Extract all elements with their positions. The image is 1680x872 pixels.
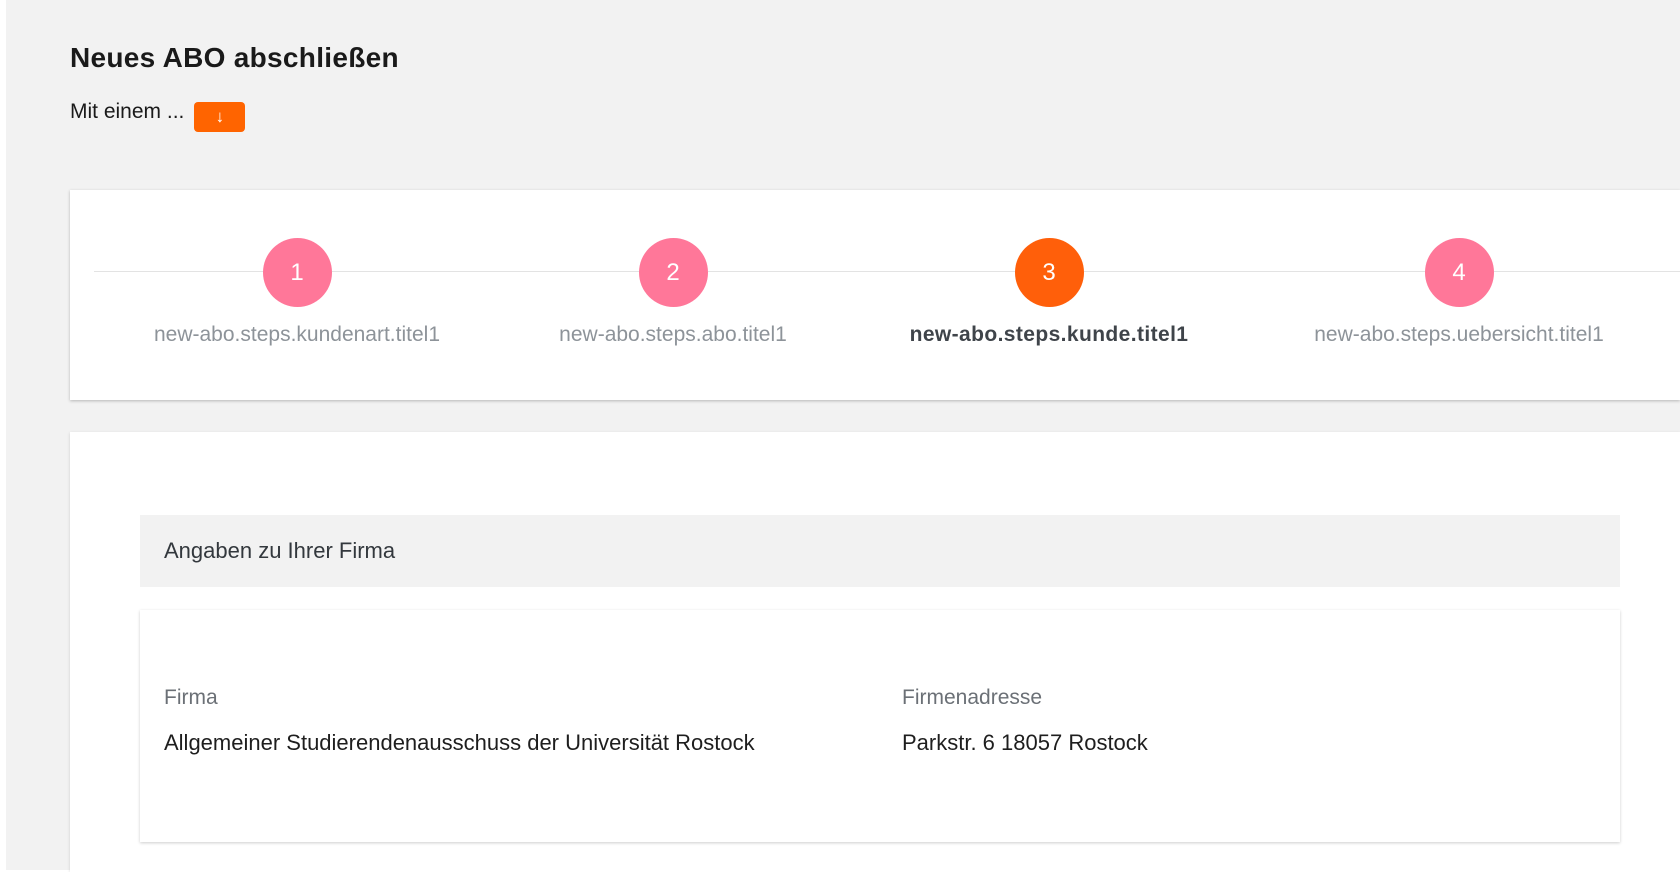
main-card: Angaben zu Ihrer Firma Firma Allgemeiner… (70, 432, 1680, 872)
subtitle-row: Mit einem ... ↓ (70, 92, 246, 132)
step-label-active: new-abo.steps.kunde.titel1 (909, 323, 1189, 346)
step-abo[interactable]: 2 new-abo.steps.abo.titel1 (493, 238, 853, 347)
page-title: Neues ABO abschließen (70, 42, 399, 73)
field-value: Parkstr. 6 18057 Rostock (902, 730, 1148, 755)
step-label: new-abo.steps.kundenart.titel1 (153, 323, 440, 346)
step-number-circle: 1 (262, 238, 332, 307)
step-number-circle: 2 (638, 238, 708, 307)
section-header: Angaben zu Ihrer Firma (140, 515, 1620, 587)
field-label: Firma (164, 686, 218, 709)
company-name-field: Firma Allgemeiner Studierendenausschuss … (164, 686, 755, 756)
page-background: Neues ABO abschließen Mit einem ... ↓ 1 … (6, 0, 1680, 872)
section-title: Angaben zu Ihrer Firma (164, 538, 396, 563)
step-number-circle-active: 3 (1014, 238, 1084, 307)
expand-button[interactable]: ↓ (194, 102, 246, 132)
step-label: new-abo.steps.uebersicht.titel1 (1314, 323, 1604, 346)
field-label: Firmenadresse (902, 686, 1043, 709)
step-kundenart[interactable]: 1 new-abo.steps.kundenart.titel1 (117, 238, 477, 347)
page-subtitle: Mit einem ... (70, 100, 185, 123)
company-address-field: Firmenadresse Parkstr. 6 18057 Rostock (902, 686, 1148, 756)
field-value: Allgemeiner Studierendenausschuss der Un… (164, 730, 755, 755)
arrow-down-icon: ↓ (215, 107, 225, 126)
company-info-card: Firma Allgemeiner Studierendenausschuss … (140, 610, 1620, 842)
step-uebersicht[interactable]: 4 new-abo.steps.uebersicht.titel1 (1279, 238, 1639, 347)
step-label: new-abo.steps.abo.titel1 (559, 323, 787, 346)
step-number-circle: 4 (1424, 238, 1494, 307)
stepper: 1 new-abo.steps.kundenart.titel1 2 new-a… (70, 190, 1680, 400)
step-kunde[interactable]: 3 new-abo.steps.kunde.titel1 (869, 238, 1229, 347)
